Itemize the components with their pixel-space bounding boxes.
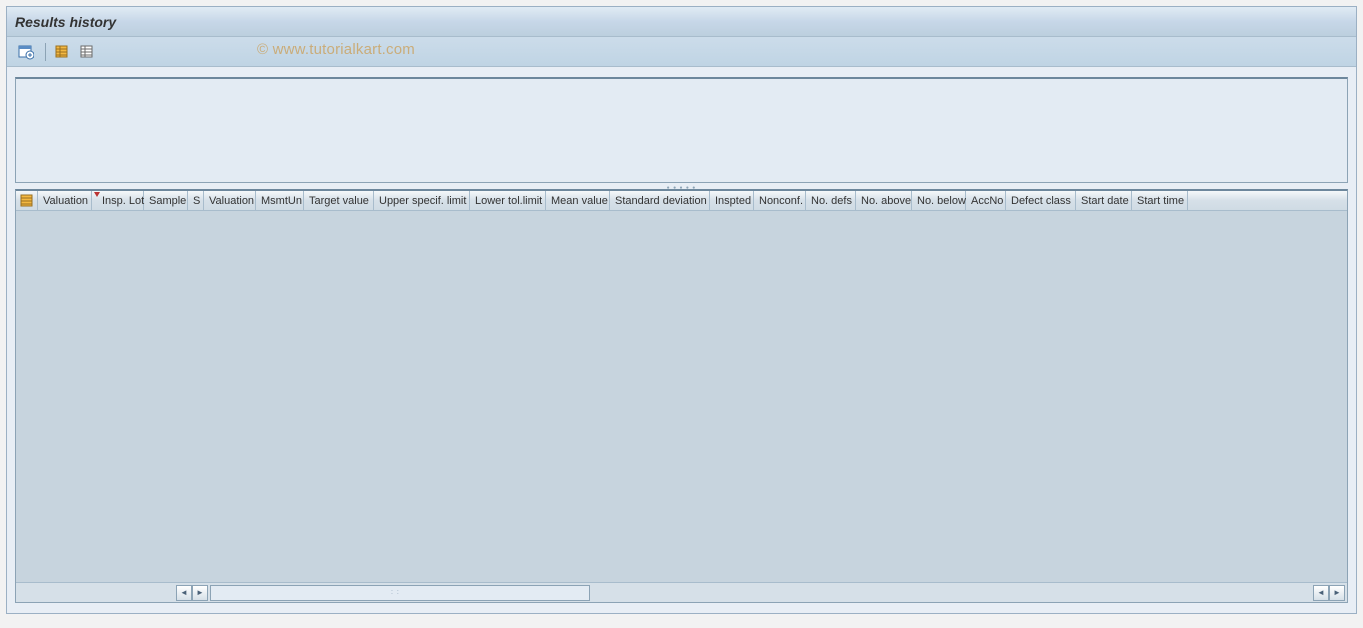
column-header[interactable]: MsmtUn — [256, 191, 304, 210]
column-header-label: AccNo — [971, 195, 1003, 207]
toolbar: © www.tutorialkart.com — [7, 37, 1356, 67]
column-header[interactable]: Standard deviation — [610, 191, 710, 210]
deselect-all-icon — [79, 44, 95, 60]
column-header[interactable]: No. above — [856, 191, 912, 210]
title-bar: Results history — [7, 7, 1356, 37]
column-header[interactable]: No. defs — [806, 191, 856, 210]
column-header[interactable]: Valuation — [204, 191, 256, 210]
details-button[interactable] — [15, 41, 37, 63]
column-header[interactable]: AccNo — [966, 191, 1006, 210]
toolbar-separator — [45, 43, 46, 61]
column-header[interactable]: Start time — [1132, 191, 1188, 210]
column-header-label: Nonconf. — [759, 195, 803, 207]
column-header[interactable]: Lower tol.limit — [470, 191, 546, 210]
column-header-label: No. defs — [811, 195, 852, 207]
column-header[interactable]: Sample — [144, 191, 188, 210]
main-window: Results history — [6, 6, 1357, 614]
scroll-right-end-button[interactable]: ► — [1329, 585, 1345, 601]
column-header-label: Upper specif. limit — [379, 195, 466, 207]
column-header[interactable]: Defect class — [1006, 191, 1076, 210]
column-header-label: Valuation — [43, 195, 88, 207]
column-header[interactable]: S — [188, 191, 204, 210]
column-header-label: Inspted — [715, 195, 751, 207]
column-header-label: Sample — [149, 195, 186, 207]
select-all-icon — [54, 44, 70, 60]
sort-descending-icon — [94, 192, 100, 197]
column-header-label: S — [193, 195, 200, 207]
column-header[interactable]: Start date — [1076, 191, 1132, 210]
column-header[interactable]: Insp. Lot — [92, 191, 144, 210]
column-header[interactable]: Nonconf. — [754, 191, 806, 210]
deselect-all-button[interactable] — [76, 41, 98, 63]
upper-info-panel — [15, 77, 1348, 183]
select-all-button[interactable] — [51, 41, 73, 63]
watermark-text: © www.tutorialkart.com — [257, 41, 415, 58]
select-column-icon — [20, 194, 34, 208]
scroll-left-end-button[interactable]: ◄ — [1313, 585, 1329, 601]
column-header[interactable]: Upper specif. limit — [374, 191, 470, 210]
column-header[interactable]: Mean value — [546, 191, 610, 210]
details-icon — [18, 44, 34, 60]
column-header-label: Start time — [1137, 195, 1184, 207]
grid-header-row: Valuation Insp. Lot Sample S Valuation MsmtUn… — [16, 191, 1347, 211]
column-header-label: Standard deviation — [615, 195, 707, 207]
column-header-label: No. below — [917, 195, 966, 207]
results-grid: Valuation Insp. Lot Sample S Valuation MsmtUn… — [15, 189, 1348, 603]
grid-body[interactable] — [16, 211, 1347, 581]
column-header[interactable]: No. below — [912, 191, 966, 210]
column-header-label: Defect class — [1011, 195, 1071, 207]
column-header[interactable]: Target value — [304, 191, 374, 210]
column-header-label: Target value — [309, 195, 369, 207]
scroll-left-button[interactable]: ◄ — [176, 585, 192, 601]
horizontal-scrollbar-row: ◄ ► : : ◄ ► — [16, 582, 1347, 602]
column-header-label: Valuation — [209, 195, 254, 207]
select-all-column-button[interactable] — [16, 191, 38, 210]
column-header-label: Mean value — [551, 195, 608, 207]
scroll-right-button-inner[interactable]: ► — [192, 585, 208, 601]
column-header[interactable]: Valuation — [38, 191, 92, 210]
column-header[interactable]: Inspted — [710, 191, 754, 210]
column-header-label: Lower tol.limit — [475, 195, 542, 207]
column-header-label: Start date — [1081, 195, 1129, 207]
scroll-thumb-handle-icon: : : — [391, 589, 400, 596]
horizontal-scroll-track[interactable]: : : — [210, 585, 590, 601]
column-header-label: Insp. Lot — [102, 195, 144, 207]
page-title: Results history — [15, 14, 116, 30]
splitter-handle-icon: ● ● ● ● ● — [667, 185, 697, 188]
column-header-label: MsmtUn — [261, 195, 302, 207]
column-header-label: No. above — [861, 195, 911, 207]
